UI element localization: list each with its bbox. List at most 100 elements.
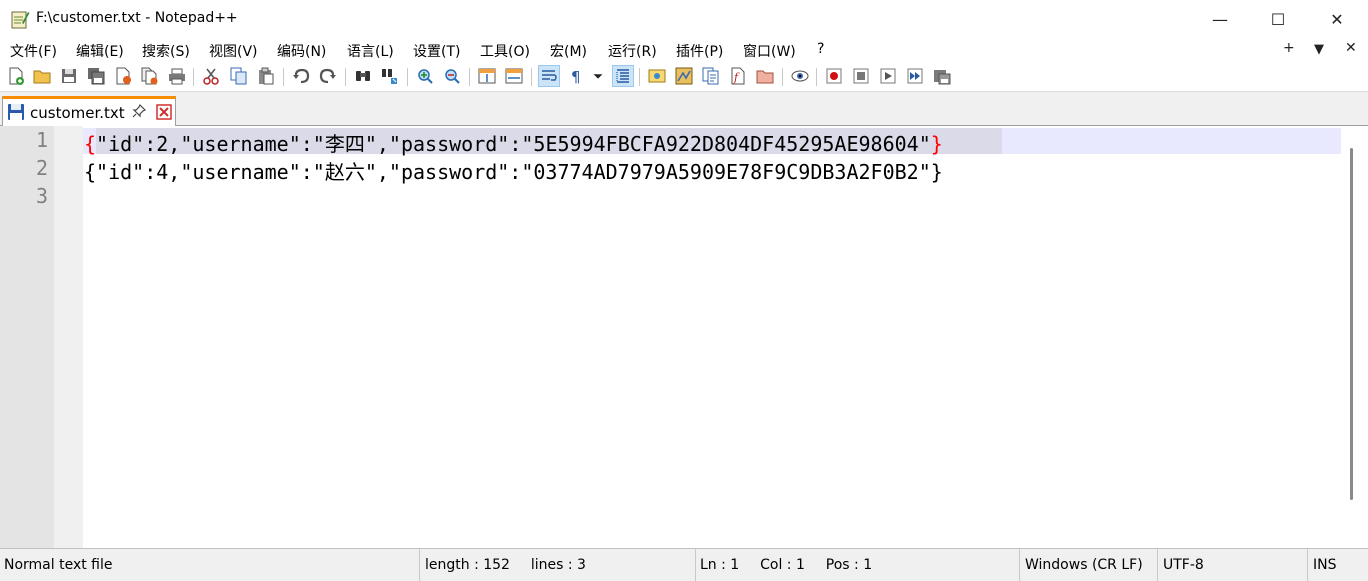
menu-view[interactable]: 视图(V) — [209, 41, 258, 61]
close-window-icon: ✕ — [1330, 9, 1344, 29]
pin-icon[interactable] — [132, 103, 147, 122]
line-number-gutter: 1 2 3 — [0, 126, 54, 548]
minimize-icon: — — [1212, 9, 1228, 29]
open-file-icon[interactable] — [31, 65, 53, 87]
menu-edit[interactable]: 编辑(E) — [76, 41, 124, 61]
menu-settings[interactable]: 设置(T) — [413, 41, 460, 61]
status-encoding[interactable]: UTF-8 — [1158, 549, 1308, 581]
tab-label: customer.txt — [30, 104, 125, 122]
toolbar-separator — [639, 68, 640, 86]
toolbar-separator — [469, 68, 470, 86]
save-icon[interactable] — [58, 65, 80, 87]
zoom-in-icon[interactable] — [414, 65, 436, 87]
status-file-type: Normal text file — [0, 549, 420, 581]
menu-tools[interactable]: 工具(O) — [480, 41, 530, 61]
window-title: F:\customer.txt - Notepad++ — [36, 10, 238, 26]
menu-window[interactable]: 窗口(W) — [743, 41, 796, 61]
status-position: Ln : 1 Col : 1 Pos : 1 — [696, 549, 1020, 581]
status-eol[interactable]: Windows (CR LF) — [1020, 549, 1158, 581]
new-file-icon[interactable] — [5, 65, 27, 87]
matched-brace: } — [930, 132, 943, 156]
sync-vertical-scroll-icon[interactable] — [476, 65, 498, 87]
svg-text:¶: ¶ — [571, 68, 581, 85]
menu-plugins[interactable]: 插件(P) — [676, 41, 723, 61]
menu-file[interactable]: 文件(F) — [10, 41, 57, 61]
menu-encoding[interactable]: 编码(N) — [277, 41, 326, 61]
status-ln: Ln : 1 — [700, 557, 740, 573]
minimize-button[interactable]: — — [1191, 0, 1249, 38]
tab-bar: customer.txt — [0, 92, 1368, 126]
tab-customer-txt[interactable]: customer.txt — [2, 96, 176, 126]
menu-macro[interactable]: 宏(M) — [550, 41, 587, 61]
menu-bar: 文件(F) 编辑(E) 搜索(S) 视图(V) 编码(N) 语言(L) 设置(T… — [0, 38, 1368, 62]
status-insert-mode[interactable]: INS — [1308, 549, 1368, 581]
toolbar-separator — [193, 68, 194, 86]
maximize-button[interactable]: ☐ — [1249, 0, 1307, 38]
close-all-icon[interactable] — [139, 65, 161, 87]
indent-guide-icon[interactable] — [612, 65, 634, 87]
status-bar: Normal text file length : 152 lines : 3 … — [0, 548, 1368, 581]
saved-file-icon — [8, 104, 24, 120]
close-document-icon[interactable]: ✕ — [1345, 40, 1357, 56]
line-number: 1 — [35, 128, 48, 152]
line-text: "id":2,"username":"李四","password":"5E599… — [96, 132, 931, 156]
redo-icon[interactable] — [317, 65, 339, 87]
tab-list-dropdown-icon[interactable]: ▼ — [1314, 42, 1324, 57]
fold-margin[interactable] — [54, 126, 83, 548]
playback-macro-icon[interactable] — [877, 65, 899, 87]
cut-icon[interactable] — [200, 65, 222, 87]
save-all-icon[interactable] — [85, 65, 107, 87]
menu-search[interactable]: 搜索(S) — [142, 41, 190, 61]
toolbar-separator — [283, 68, 284, 86]
folder-as-workspace-icon[interactable] — [754, 65, 776, 87]
code-line-2[interactable]: {"id":4,"username":"赵六","password":"0377… — [84, 156, 943, 185]
notepad-app-icon — [11, 11, 30, 29]
code-line-1[interactable]: {"id":2,"username":"李四","password":"5E59… — [84, 128, 943, 157]
toolbar-separator — [531, 68, 532, 86]
line-number: 3 — [35, 184, 48, 208]
print-icon[interactable] — [166, 65, 188, 87]
status-col: Col : 1 — [760, 557, 805, 573]
status-lines: lines : 3 — [530, 557, 586, 573]
menu-run[interactable]: 运行(R) — [608, 41, 657, 61]
monitoring-eye-icon[interactable] — [789, 65, 811, 87]
function-list-icon[interactable]: f — [727, 65, 749, 87]
toolbar-separator — [345, 68, 346, 86]
record-macro-icon[interactable] — [823, 65, 845, 87]
user-defined-language-icon[interactable] — [646, 65, 668, 87]
find-icon[interactable] — [352, 65, 374, 87]
toolbar-separator — [407, 68, 408, 86]
vertical-scrollbar[interactable] — [1341, 126, 1368, 548]
stop-recording-icon[interactable] — [850, 65, 872, 87]
close-window-button[interactable]: ✕ — [1308, 0, 1366, 38]
menu-help[interactable]: ? — [817, 41, 824, 57]
toolbar: ¶ f — [0, 62, 1368, 92]
toolbar-separator — [816, 68, 817, 86]
copy-icon[interactable] — [228, 65, 250, 87]
word-wrap-icon[interactable] — [538, 65, 560, 87]
status-length-lines: length : 152 lines : 3 — [420, 549, 696, 581]
document-map-icon[interactable] — [673, 65, 695, 87]
line-number: 2 — [35, 156, 48, 180]
paste-icon[interactable] — [255, 65, 277, 87]
show-all-characters-icon[interactable]: ¶ — [565, 65, 587, 87]
tab-close-icon[interactable] — [156, 104, 172, 120]
zoom-out-icon[interactable] — [441, 65, 463, 87]
scrollbar-thumb[interactable] — [1350, 148, 1353, 500]
run-macro-multiple-icon[interactable] — [904, 65, 926, 87]
title-bar: F:\customer.txt - Notepad++ — ☐ ✕ — [0, 0, 1368, 38]
matched-brace: { — [84, 132, 97, 156]
undo-icon[interactable] — [290, 65, 312, 87]
menu-language[interactable]: 语言(L) — [347, 41, 394, 61]
document-list-icon[interactable] — [700, 65, 722, 87]
editor-area[interactable]: 1 2 3 {"id":2,"username":"李四","password"… — [0, 126, 1368, 548]
new-tab-plus-icon[interactable]: + — [1283, 40, 1295, 56]
dropdown-arrow-icon[interactable] — [590, 65, 606, 87]
status-length: length : 152 — [425, 557, 510, 573]
close-file-icon[interactable] — [112, 65, 134, 87]
toolbar-separator — [782, 68, 783, 86]
maximize-icon: ☐ — [1270, 9, 1286, 29]
replace-icon[interactable] — [379, 65, 401, 87]
sync-horizontal-scroll-icon[interactable] — [503, 65, 525, 87]
save-macro-icon[interactable] — [931, 65, 953, 87]
